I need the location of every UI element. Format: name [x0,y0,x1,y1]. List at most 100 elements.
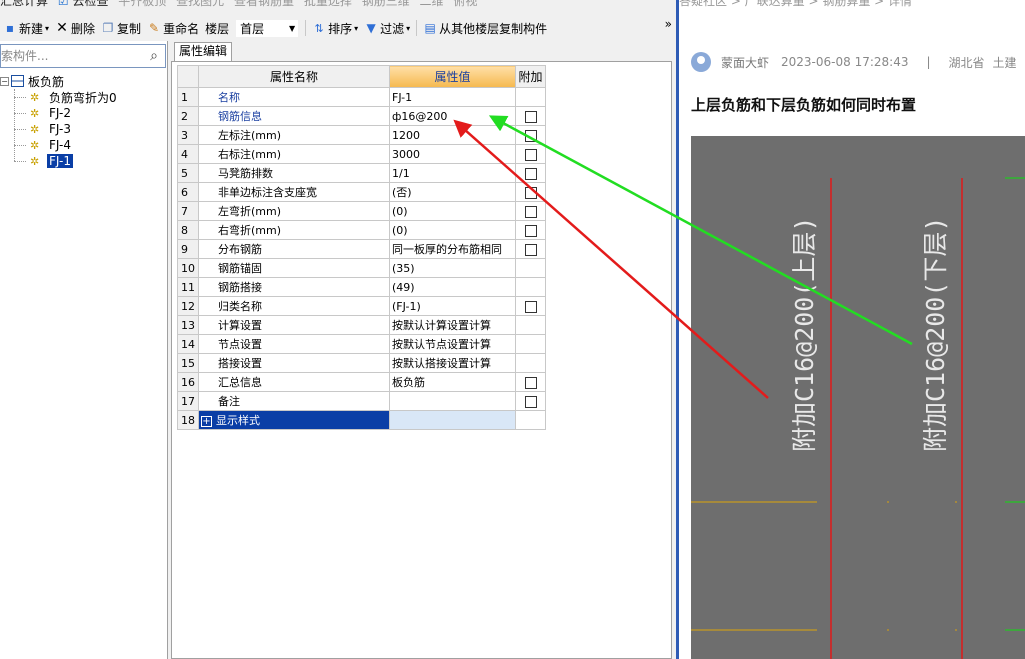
extra-cell [515,391,546,411]
table-row[interactable]: 3 左标注(mm) 1200 [177,125,546,145]
property-value[interactable]: ф16@200 [389,106,516,126]
batch-select-button[interactable]: 批量选择 [304,0,352,9]
extra-cell [515,144,546,164]
table-row[interactable]: 4 右标注(mm) 3000 [177,144,546,164]
extra-checkbox[interactable] [524,224,537,237]
property-group-name[interactable]: + 显示样式 [198,410,390,430]
table-row[interactable]: 10 钢筋锚固 (35) [177,258,546,278]
table-row[interactable]: 7 左弯折(mm) (0) [177,201,546,221]
avatar[interactable] [691,52,711,72]
new-button[interactable]: ▪ 新建 ▾ [0,18,52,38]
table-row[interactable]: 9 分布钢筋 同一板厚的分布筋相同 [177,239,546,259]
extra-cell [515,125,546,145]
property-editor-panel: 属性编辑 属性名称 属性值 附加 1 名称 FJ-1 2 钢筋信息 ф16@200 3 左标注… [171,41,676,659]
table-row[interactable]: 5 马凳筋排数 1/1 [177,163,546,183]
table-row[interactable]: 16 汇总信息 板负筋 [177,372,546,392]
property-rows: 1 名称 FJ-1 2 钢筋信息 ф16@200 3 左标注(mm) 1200 4 右标注(mm) 3… [177,87,546,430]
gear-icon: ✲ [30,106,40,120]
search-input[interactable] [1,45,141,67]
delete-button[interactable]: ✕ 删除 [52,18,98,38]
tree-item[interactable]: ✲ FJ-4 [0,137,166,153]
table-row[interactable]: 1 名称 FJ-1 [177,87,546,107]
table-row[interactable]: 8 右弯折(mm) (0) [177,220,546,240]
row-number: 8 [177,220,199,240]
table-row-group[interactable]: 18 + 显示样式 [177,410,546,430]
property-value[interactable]: 按默认搭接设置计算 [389,353,516,373]
table-row[interactable]: 2 钢筋信息 ф16@200 [177,106,546,126]
view-2d-select[interactable]: 二维 [420,0,444,9]
extra-checkbox[interactable] [524,376,537,389]
table-row[interactable]: 6 非单边标注含支座宽 (否) [177,182,546,202]
extra-checkbox[interactable] [524,205,537,218]
row-number: 6 [177,182,199,202]
extra-checkbox[interactable] [524,148,537,161]
expand-icon[interactable]: + [201,416,212,427]
tree-item[interactable]: ✲ 负筋弯折为0 [0,89,166,105]
property-value[interactable]: 按默认节点设置计算 [389,334,516,354]
property-value[interactable]: (0) [389,201,516,221]
extra-checkbox[interactable] [524,167,537,180]
property-value[interactable]: 1/1 [389,163,516,183]
property-value[interactable]: (0) [389,220,516,240]
property-value[interactable]: 3000 [389,144,516,164]
tree-root-slab-neg-rebar[interactable]: − 板负筋 [0,73,166,89]
table-row[interactable]: 17 备注 [177,391,546,411]
tree-item-selected[interactable]: ✲ FJ-1 [0,153,166,169]
check-icon: ☑ [57,0,69,8]
table-row[interactable]: 13 计算设置 按默认计算设置计算 [177,315,546,335]
align-slab-top-button[interactable]: 平齐板顶 [118,0,166,9]
component-search: ⌕ [0,44,166,68]
search-icon[interactable]: ⌕ [144,46,164,66]
toolbar-divider [305,20,307,36]
copy-from-floor-button[interactable]: ▤ 从其他楼层复制构件 [420,18,550,38]
cad-label-lower: 附加C16@200(下层) [921,217,950,452]
extra-checkbox[interactable] [524,110,537,123]
page-title: 上层负筋和下层负筋如何同时布置 [691,96,917,114]
property-value[interactable] [389,391,516,411]
property-value[interactable]: (35) [389,258,516,278]
table-row[interactable]: 12 归类名称 (FJ-1) [177,296,546,316]
extra-checkbox[interactable] [524,300,537,313]
extra-checkbox[interactable] [524,186,537,199]
summary-calc-button[interactable]: 汇总计算 [0,0,48,9]
property-value[interactable]: (49) [389,277,516,297]
rebar-3d-button[interactable]: 钢筋三维 [362,0,410,9]
property-value[interactable]: (否) [389,182,516,202]
sort-button[interactable]: ⇅ 排序 ▾ [309,18,361,38]
breadcrumb[interactable]: 答疑社区 > 广联达算量 > 钢筋算量 > 详情 [679,0,912,9]
table-row[interactable]: 11 钢筋搭接 (49) [177,277,546,297]
view-rebar-qty-button[interactable]: 查看钢筋量 [234,0,294,9]
filter-button[interactable]: ▼ 过滤 ▾ [361,18,413,38]
table-row[interactable]: 14 节点设置 按默认节点设置计算 [177,334,546,354]
property-value[interactable] [389,410,516,430]
row-number: 3 [177,125,199,145]
extra-checkbox[interactable] [524,243,537,256]
author-name[interactable]: 蒙面大虾 [721,54,769,71]
property-value[interactable]: FJ-1 [389,87,516,107]
rename-button[interactable]: ✎ 重命名 [144,18,202,38]
cloud-check-button[interactable]: ☑ 云检查 [58,0,109,9]
table-row[interactable]: 15 搭接设置 按默认搭接设置计算 [177,353,546,373]
tab-property-edit[interactable]: 属性编辑 [174,42,233,61]
toolbar-overflow-button[interactable]: » [665,17,672,31]
property-value[interactable]: 按默认计算设置计算 [389,315,516,335]
row-number: 17 [177,391,199,411]
collapse-icon[interactable]: − [0,76,9,86]
tree-item[interactable]: ✲ FJ-3 [0,121,166,137]
extra-checkbox[interactable] [524,395,537,408]
property-value[interactable]: (FJ-1) [389,296,516,316]
top-view-select[interactable]: 俯视 [453,0,477,9]
copy-button[interactable]: ❐ 复制 [98,18,144,38]
extra-cell [515,87,546,107]
tree-item[interactable]: ✲ FJ-2 [0,105,166,121]
property-value[interactable]: 1200 [389,125,516,145]
extra-cell [515,296,546,316]
property-value[interactable]: 板负筋 [389,372,516,392]
extra-cell [515,372,546,392]
floor-select[interactable]: 首层 ▼ [236,19,299,37]
row-number: 18 [177,410,199,430]
property-value[interactable]: 同一板厚的分布筋相同 [389,239,516,259]
extra-checkbox[interactable] [524,129,537,142]
row-number: 7 [177,201,199,221]
find-element-button[interactable]: 查找图元 [176,0,224,9]
